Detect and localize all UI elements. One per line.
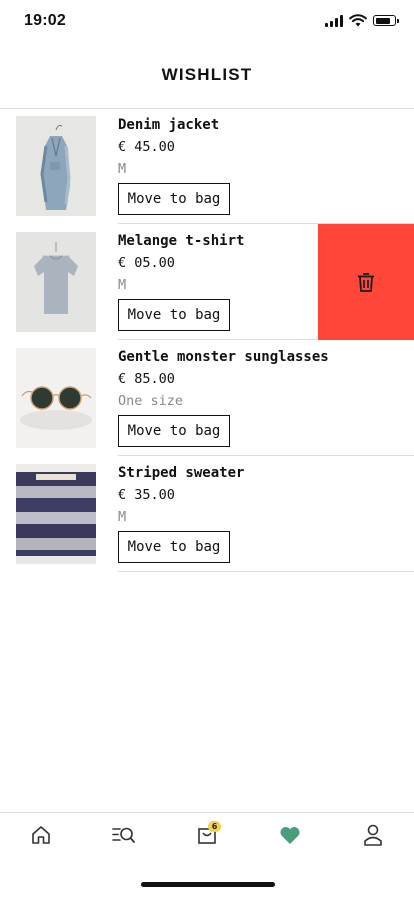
battery-icon (373, 15, 399, 26)
heart-icon (280, 827, 300, 844)
product-image-striped-sweater[interactable] (16, 464, 96, 564)
bag-count-badge: 6 (208, 821, 221, 832)
wishlist-item[interactable]: Denim jacket € 45.00 M Move to bag (0, 108, 414, 224)
wishlist: Denim jacket € 45.00 M Move to bag Melan… (0, 108, 414, 572)
product-image-melange-t-shirt[interactable] (16, 232, 96, 332)
move-to-bag-button[interactable]: Move to bag (118, 531, 230, 563)
delete-button[interactable] (318, 224, 414, 340)
trash-icon (358, 273, 374, 292)
item-price: € 35.00 (118, 487, 175, 503)
signal-icon (325, 14, 343, 27)
wishlist-item[interactable]: Striped sweater € 35.00 M Move to bag (0, 456, 414, 572)
search-icon (112, 827, 135, 843)
header: WISHLIST (0, 44, 414, 109)
tab-bag[interactable]: 6 (187, 821, 227, 849)
item-info: Striped sweater € 35.00 M (118, 464, 414, 526)
item-info: Denim jacket € 45.00 M (118, 116, 414, 178)
move-to-bag-button[interactable]: Move to bag (118, 183, 230, 215)
item-price: € 85.00 (118, 371, 175, 387)
tab-search[interactable] (104, 821, 144, 849)
item-name: Striped sweater (118, 465, 245, 481)
item-name: Denim jacket (118, 117, 220, 133)
wishlist-item[interactable]: Gentle monster sunglasses € 85.00 One si… (0, 340, 414, 456)
move-to-bag-button[interactable]: Move to bag (118, 299, 230, 331)
status-icons (325, 14, 399, 27)
home-icon (32, 826, 50, 844)
tab-wishlist[interactable] (270, 821, 310, 849)
wifi-icon (349, 14, 367, 27)
home-indicator (141, 882, 275, 887)
item-name: Gentle monster sunglasses (118, 349, 329, 365)
status-bar: 19:02 (0, 0, 414, 44)
item-size: M (118, 161, 127, 177)
item-size: One size (118, 393, 184, 409)
tab-home[interactable] (21, 821, 61, 849)
wishlist-item[interactable]: Melange t-shirt € 05.00 M Move to bag (0, 224, 414, 340)
item-size: M (118, 509, 127, 525)
product-image-sunglasses[interactable] (16, 348, 96, 448)
page-title: WISHLIST (161, 65, 253, 84)
move-to-bag-button[interactable]: Move to bag (118, 415, 230, 447)
product-image-denim-jacket[interactable] (16, 116, 96, 216)
item-info: Gentle monster sunglasses € 85.00 One si… (118, 348, 414, 410)
profile-icon (364, 824, 382, 846)
tab-profile[interactable] (353, 821, 393, 849)
status-time: 19:02 (24, 12, 66, 29)
item-price: € 45.00 (118, 139, 175, 155)
divider (118, 571, 414, 572)
